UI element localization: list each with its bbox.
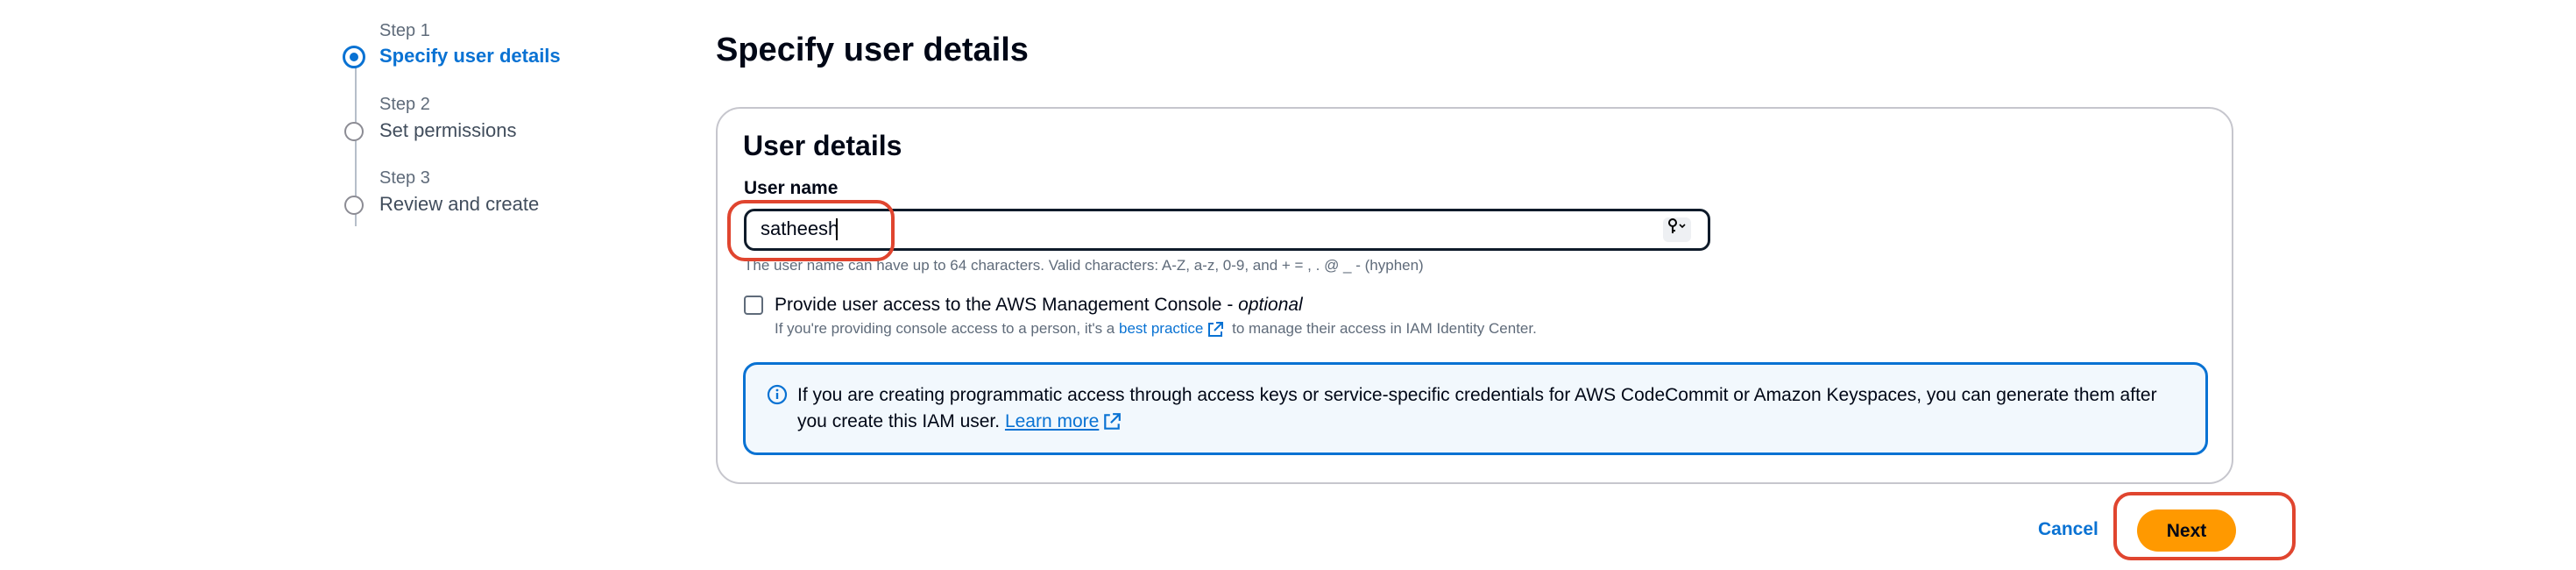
key-icon[interactable] xyxy=(1663,217,1691,242)
wizard-step-set-permissions: Set permissions xyxy=(379,119,517,141)
optional-label: optional xyxy=(1238,295,1303,315)
info-icon xyxy=(767,384,788,405)
console-access-label-text: Provide user access to the AWS Managemen… xyxy=(775,295,1239,315)
console-access-description: If you're providing console access to a … xyxy=(775,320,1537,338)
page-title: Specify user details xyxy=(716,32,1029,68)
container-title: User details xyxy=(743,130,902,161)
cancel-button[interactable]: Cancel xyxy=(2038,519,2098,540)
best-practice-link[interactable]: best practice xyxy=(1119,320,1203,337)
info-alert-text: If you are creating programmatic access … xyxy=(797,382,2164,435)
wizard-step-review-and-create: Review and create xyxy=(379,193,540,215)
step-number: Step 2 xyxy=(379,95,430,114)
console-access-checkbox[interactable] xyxy=(744,296,763,315)
step-inactive-indicator-icon xyxy=(344,196,364,215)
info-text-body: If you are creating programmatic access … xyxy=(797,385,2157,431)
step-number: Step 3 xyxy=(379,168,430,188)
username-highlight-annotation xyxy=(727,200,895,261)
external-link-icon xyxy=(1208,321,1224,337)
console-access-label[interactable]: Provide user access to the AWS Managemen… xyxy=(775,295,1303,316)
step-active-indicator-icon xyxy=(343,46,365,68)
step-number: Step 1 xyxy=(379,21,430,40)
username-label: User name xyxy=(744,178,839,198)
learn-more-link[interactable]: Learn more xyxy=(1005,411,1099,431)
next-button-highlight-annotation xyxy=(2113,492,2296,560)
step-inactive-indicator-icon xyxy=(344,122,364,141)
external-link-icon xyxy=(1104,413,1122,431)
desc-prefix: If you're providing console access to a … xyxy=(775,320,1119,337)
wizard-step-specify-user-details[interactable]: Specify user details xyxy=(379,45,561,68)
desc-suffix: to manage their access in IAM Identity C… xyxy=(1228,320,1537,337)
